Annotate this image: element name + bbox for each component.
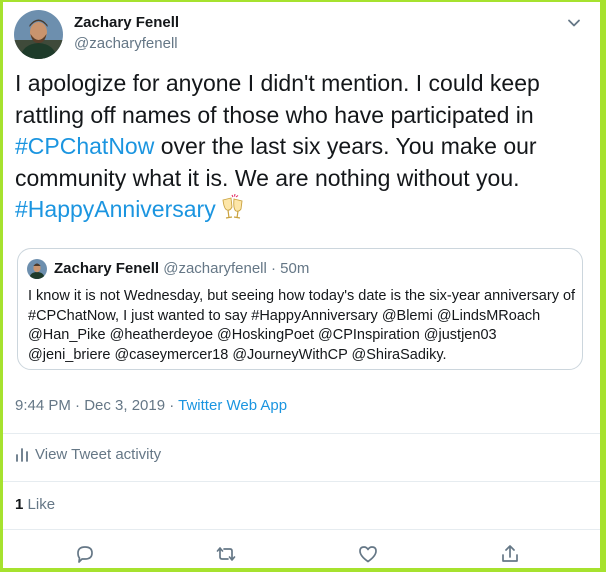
activity-label: View Tweet activity	[35, 446, 162, 463]
separator: ·	[266, 260, 281, 277]
quoted-text: I know it is not Wednesday, but seeing h…	[28, 288, 576, 363]
tweet-timestamp: 9:44 PM · Dec 3, 2019 · Twitter Web App	[15, 397, 287, 414]
divider	[3, 481, 600, 482]
like-count-value: 1	[15, 496, 24, 513]
quoted-header: Zachary Fenell @zacharyfenell · 50m	[54, 260, 309, 277]
heart-icon[interactable]	[357, 543, 379, 565]
quoted-avatar	[27, 259, 47, 279]
reply-icon[interactable]	[74, 543, 96, 565]
quoted-tweet[interactable]: Zachary Fenell @zacharyfenell · 50m I kn…	[17, 248, 583, 370]
author-handle[interactable]: @zacharyfenell	[74, 35, 178, 52]
likes-count[interactable]: 1 Like	[15, 496, 55, 513]
divider	[3, 529, 600, 530]
avatar[interactable]	[14, 10, 63, 59]
source-link[interactable]: Twitter Web App	[178, 397, 287, 414]
tweet-card: Zachary Fenell @zacharyfenell I apologiz…	[3, 2, 600, 568]
divider	[3, 433, 600, 434]
tweet-text-part: I apologize for anyone I didn't mention.…	[15, 70, 540, 128]
quoted-author-handle: @zacharyfenell	[163, 260, 267, 277]
bar-chart-icon	[16, 448, 28, 462]
retweet-icon[interactable]	[215, 543, 237, 565]
quoted-time: 50m	[280, 260, 310, 277]
view-activity-button[interactable]: View Tweet activity	[15, 446, 161, 463]
share-icon[interactable]	[499, 543, 521, 565]
chevron-down-icon[interactable]	[565, 14, 583, 32]
tweet-text: I apologize for anyone I didn't mention.…	[15, 68, 590, 229]
timestamp-text[interactable]: 9:44 PM · Dec 3, 2019 ·	[15, 397, 178, 414]
hashtag-link[interactable]: #HappyAnniversary	[15, 196, 216, 222]
quoted-author-name: Zachary Fenell	[54, 260, 160, 277]
hashtag-link[interactable]: #CPChatNow	[15, 133, 154, 159]
like-label: Like	[27, 496, 56, 513]
author-name[interactable]: Zachary Fenell	[74, 14, 179, 31]
clinking-glasses-emoji	[220, 193, 246, 229]
